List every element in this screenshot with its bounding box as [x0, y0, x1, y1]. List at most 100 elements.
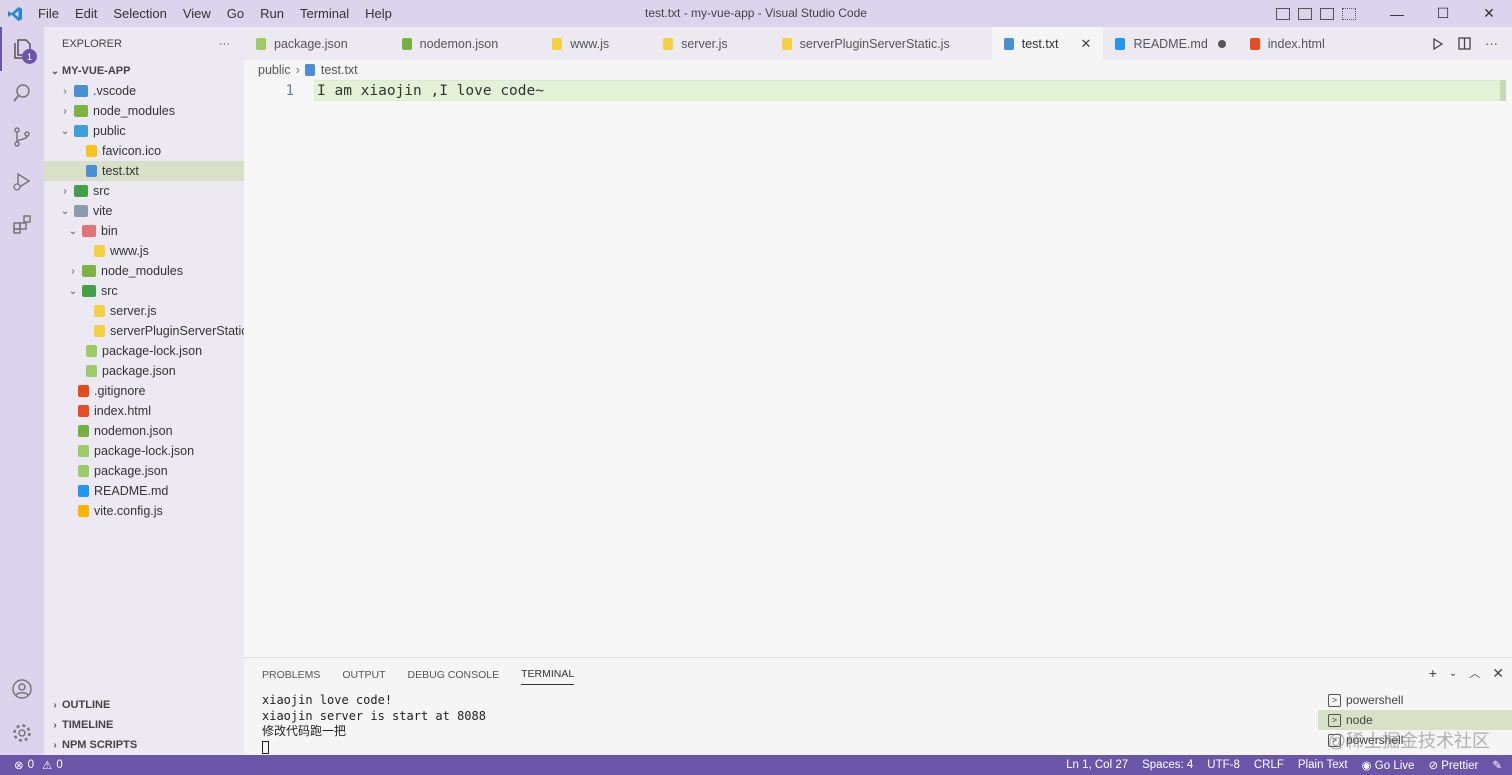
problems-status[interactable]: ⊗ 0 ⚠ 0 [0, 758, 63, 772]
tree-item[interactable]: ⌄ public [44, 121, 244, 141]
toggle-secondary-sidebar-icon[interactable] [1320, 7, 1334, 20]
more-actions-button[interactable]: ··· [219, 38, 230, 50]
line-text[interactable]: I am xiaojin ,I love code~ [317, 83, 544, 99]
editor-tab[interactable]: package.json [244, 27, 390, 60]
source-control-icon[interactable] [0, 115, 44, 159]
close-panel-icon[interactable]: ✕ [1492, 665, 1504, 683]
editor-tab[interactable]: serverPluginServerStatic.js [770, 27, 992, 60]
indentation[interactable]: Spaces: 4 [1142, 759, 1193, 771]
tree-item[interactable]: › src [44, 181, 244, 201]
tree-item[interactable]: .gitignore [44, 381, 244, 401]
workspace-root[interactable]: ⌄ MY-VUE-APP [44, 61, 244, 81]
explorer-title: EXPLORER [62, 37, 122, 50]
terminal-output[interactable]: xiaojin love code! xiaojin server is star… [262, 693, 486, 755]
minimize-button[interactable]: — [1374, 0, 1420, 27]
tree-item[interactable]: package-lock.json [44, 441, 244, 461]
editor-tab[interactable]: test.txt ✕ [991, 27, 1104, 60]
file-icon [781, 37, 792, 50]
chevron-down-icon: ⌄ [68, 225, 78, 237]
feedback-icon[interactable]: ✎ [1492, 758, 1502, 772]
menu-terminal[interactable]: Terminal [292, 0, 357, 27]
tab-debug-console[interactable]: DEBUG CONSOLE [408, 658, 500, 691]
editor-tab[interactable]: server.js [651, 27, 770, 60]
more-editor-actions-button[interactable]: ··· [1485, 36, 1498, 51]
run-debug-icon[interactable] [0, 159, 44, 203]
tree-item[interactable]: ⌄ bin [44, 221, 244, 241]
code-editor[interactable]: 1 I am xiaojin ,I love code~ [244, 80, 1512, 657]
split-editor-icon[interactable] [1458, 37, 1471, 50]
tree-item[interactable]: › node_modules [44, 261, 244, 281]
close-tab-icon[interactable]: ✕ [1081, 36, 1092, 52]
tab-terminal[interactable]: TERMINAL [521, 665, 575, 685]
tab-problems[interactable]: PROBLEMS [262, 658, 320, 691]
tree-item[interactable]: serverPluginServerStatic... [44, 321, 244, 341]
tree-item[interactable]: vite.config.js [44, 501, 244, 521]
tree-item[interactable]: www.js [44, 241, 244, 261]
tree-item[interactable]: › .vscode [44, 81, 244, 101]
tree-item[interactable]: test.txt [44, 161, 244, 181]
tree-item[interactable]: favicon.ico [44, 141, 244, 161]
warning-icon: ⚠ [42, 760, 53, 772]
cursor-position[interactable]: Ln 1, Col 27 [1066, 759, 1128, 771]
breadcrumb-folder[interactable]: public [258, 63, 291, 77]
tree-item[interactable]: package-lock.json [44, 341, 244, 361]
outline-section[interactable]: › OUTLINE [44, 695, 244, 715]
timeline-section[interactable]: › TIMELINE [44, 715, 244, 735]
language-mode[interactable]: Plain Text [1298, 759, 1348, 771]
menu-selection[interactable]: Selection [105, 0, 174, 27]
toggle-primary-sidebar-icon[interactable] [1276, 7, 1290, 20]
editor-tab[interactable]: index.html [1238, 27, 1367, 60]
maximize-panel-icon[interactable]: ︿ [1469, 665, 1480, 683]
close-window-button[interactable]: ✕ [1466, 0, 1512, 27]
maximize-button[interactable]: ☐ [1420, 0, 1466, 27]
editor-tab[interactable]: README.md [1103, 27, 1237, 60]
tree-item[interactable]: README.md [44, 481, 244, 501]
tree-item[interactable]: nodemon.json [44, 421, 244, 441]
menu-run[interactable]: Run [252, 0, 292, 27]
npm-scripts-section[interactable]: › NPM SCRIPTS [44, 735, 244, 755]
prettier-button[interactable]: ⊘ Prettier [1428, 758, 1478, 772]
editor-tab[interactable]: nodemon.json [390, 27, 541, 60]
tab-output[interactable]: OUTPUT [342, 658, 385, 691]
editor-tab[interactable]: www.js [540, 27, 651, 60]
manage-gear-icon[interactable] [0, 711, 44, 755]
menu-edit[interactable]: Edit [67, 0, 105, 27]
scrollbar-indicator[interactable] [1500, 80, 1506, 101]
tree-item[interactable]: package.json [44, 461, 244, 481]
folder-icon [74, 85, 88, 97]
tab-label: nodemon.json [419, 36, 499, 51]
toggle-panel-icon[interactable] [1298, 7, 1312, 20]
extensions-icon[interactable] [0, 203, 44, 247]
unsaved-dot-icon[interactable] [1217, 39, 1226, 48]
tree-item[interactable]: server.js [44, 301, 244, 321]
file-icon [86, 365, 97, 377]
explorer-icon[interactable]: 1 [0, 27, 44, 71]
menu-help[interactable]: Help [357, 0, 400, 27]
tree-item[interactable]: ⌄ src [44, 281, 244, 301]
panel-actions: + ⌄ ︿ ✕ [1429, 665, 1504, 683]
chevron-right-icon: › [71, 265, 75, 277]
file-tree: › .vscode › node_modules ⌄ public favicon.ico t… [44, 81, 244, 521]
breadcrumb-file[interactable]: test.txt [321, 63, 358, 77]
terminal-dropdown-icon[interactable]: ⌄ [1449, 665, 1457, 683]
tree-item[interactable]: › node_modules [44, 101, 244, 121]
customize-layout-icon[interactable] [1342, 7, 1356, 20]
line-ending[interactable]: CRLF [1254, 759, 1284, 771]
panel-tabs: PROBLEMS OUTPUT DEBUG CONSOLE TERMINAL [244, 658, 1512, 691]
menu-view[interactable]: View [175, 0, 219, 27]
tree-item[interactable]: package.json [44, 361, 244, 381]
encoding[interactable]: UTF-8 [1207, 759, 1240, 771]
tree-item[interactable]: ⌄ vite [44, 201, 244, 221]
terminal-instance[interactable]: > powershell [1318, 690, 1512, 710]
tree-item[interactable]: index.html [44, 401, 244, 421]
accounts-icon[interactable] [0, 667, 44, 711]
go-live-button[interactable]: ◉ Go Live [1362, 758, 1415, 772]
file-icon [1115, 37, 1126, 50]
run-code-icon[interactable] [1432, 37, 1444, 50]
menu-file[interactable]: File [30, 0, 67, 27]
menu-go[interactable]: Go [219, 0, 252, 27]
new-terminal-icon[interactable]: + [1429, 665, 1437, 683]
file-icon [78, 505, 89, 517]
search-icon[interactable] [0, 71, 44, 115]
folder-icon [74, 125, 88, 137]
